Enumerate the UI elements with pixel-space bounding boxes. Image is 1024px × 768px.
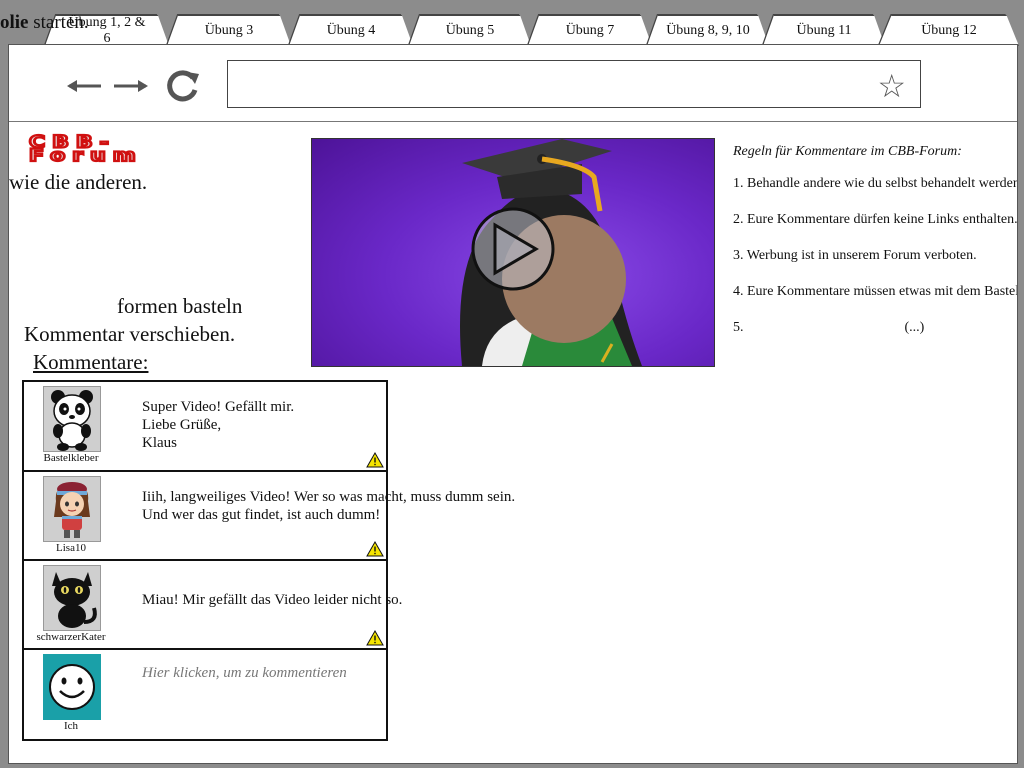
rule-item: 2. Eure Kommentare dürfen keine Links en… — [733, 212, 1018, 227]
comments-heading: Kommentare: — [33, 350, 149, 374]
report-warning-icon[interactable] — [366, 452, 384, 468]
tab-bar: olie starten. Übung 1, 2 & 6 Übung 3 Übu… — [0, 0, 1024, 46]
browser-window: ☆ CBB- Forum wie die anderen. formen bas… — [8, 44, 1018, 764]
tab-uebung-12[interactable]: Übung 12 — [879, 15, 1019, 46]
smiley-icon — [43, 654, 101, 720]
black-cat-icon — [43, 565, 101, 631]
star-icon[interactable]: ☆ — [877, 67, 906, 105]
tab-uebung-11[interactable]: Übung 11 — [763, 15, 885, 46]
rule-item: 3. Werbung ist in unserem Forum verboten… — [733, 248, 977, 263]
new-comment-item: Ich Hier klicken, um zu kommentieren — [22, 648, 388, 741]
page-content: CBB- Forum wie die anderen. formen baste… — [9, 122, 1017, 763]
background-text-line: formen basteln — [117, 294, 243, 318]
girl-icon — [43, 476, 101, 542]
comment-item: Bastelkleber Super Video! Gefällt mir. L… — [22, 380, 388, 470]
comment-list: Bastelkleber Super Video! Gefällt mir. L… — [22, 380, 515, 741]
tab-uebung-8-9-10[interactable]: Übung 8, 9, 10 — [647, 15, 769, 46]
rule-item: 5. (...) — [733, 320, 925, 335]
comment-input[interactable]: Hier klicken, um zu kommentieren — [142, 664, 347, 682]
comment-item: schwarzerKater Miau! Mir gefällt das Vid… — [22, 559, 402, 648]
tab-uebung-5[interactable]: Übung 5 — [409, 15, 531, 46]
comment-username[interactable]: Bastelkleber — [24, 452, 118, 464]
overlapping-slide-title: olie starten. — [0, 12, 89, 33]
rules-title: Regeln für Kommentare im CBB-Forum: — [733, 144, 962, 159]
comment-username: Ich — [63, 720, 79, 732]
comment-text: Iiih, langweiliges Video! Wer so was mac… — [142, 489, 516, 523]
video-player[interactable] — [311, 138, 715, 367]
rule-item: 4. Eure Kommentare müssen etwas mit dem … — [733, 284, 1017, 299]
rule-item: 1. Behandle andere wie du selbst behande… — [733, 176, 1018, 191]
reload-icon[interactable] — [163, 68, 203, 110]
arrow-right-icon[interactable] — [112, 71, 150, 107]
arrow-left-icon[interactable] — [65, 71, 103, 107]
panda-icon — [43, 386, 101, 452]
forum-rules: Regeln für Kommentare im CBB-Forum: 1. B… — [733, 144, 1018, 356]
background-text-line: Kommentar verschieben. — [24, 322, 236, 346]
browser-toolbar: ☆ — [9, 45, 1017, 122]
comment-username[interactable]: schwarzerKater — [24, 631, 118, 643]
tab-uebung-4[interactable]: Übung 4 — [289, 15, 413, 46]
address-bar[interactable]: ☆ — [227, 60, 921, 108]
comment-username[interactable]: Lisa10 — [24, 542, 118, 554]
comment-text: Miau! Mir gefällt das Video leider nicht… — [142, 592, 403, 608]
background-text-line: wie die anderen. — [9, 170, 148, 194]
comment-item: Lisa10 Iiih, langweiliges Video! Wer so … — [22, 470, 515, 559]
comment-text: Super Video! Gefällt mir. Liebe Grüße, K… — [142, 399, 295, 451]
video-thumbnail — [460, 139, 642, 366]
report-warning-icon[interactable] — [366, 630, 384, 646]
tab-uebung-7[interactable]: Übung 7 — [528, 15, 652, 46]
tab-uebung-3[interactable]: Übung 3 — [167, 15, 291, 46]
report-warning-icon[interactable] — [366, 541, 384, 557]
forum-logo: CBB- Forum — [28, 133, 143, 166]
